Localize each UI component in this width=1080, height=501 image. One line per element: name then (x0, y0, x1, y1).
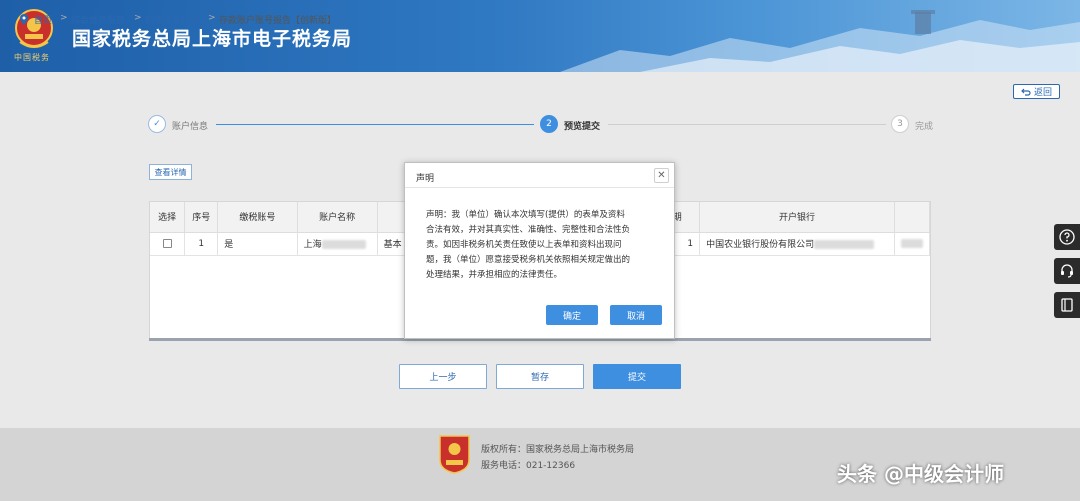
step-connector (216, 124, 534, 125)
redacted-text (814, 240, 875, 249)
step-3-number: 3 (897, 119, 903, 129)
book-icon-glyph (1061, 298, 1073, 312)
row-bank: 中国农业银行股份有限公司 (699, 232, 895, 256)
site-title: 国家税务总局上海市电子税务局 (72, 28, 353, 50)
row-checkbox-cell[interactable] (150, 232, 186, 256)
dialog-line: 合法有效，并对其真实性、准确性、完整性和合法性负 (426, 225, 631, 235)
declaration-dialog: 声明 ✕ 声明：我（单位）确认本次填写(提供）的表单及资料 合法有效，并对其真实… (404, 162, 675, 339)
prev-step-button[interactable]: 上一步 (399, 364, 487, 389)
mountain-banner (560, 10, 1080, 72)
footer-copyright: 版权所有：国家税务总局上海市税务局 (481, 445, 635, 455)
dialog-line: 处理结果，并承担相应的法律责任。 (426, 270, 563, 280)
row-seq: 1 (184, 232, 219, 256)
column-header: 缴税账号 (217, 202, 298, 233)
column-header: 开户银行 (699, 202, 895, 233)
headset-icon-glyph (1061, 264, 1073, 278)
view-details-button[interactable]: 查看详情 (149, 164, 192, 180)
breadcrumb-separator: > (60, 13, 68, 23)
emblem-caption: 中国税务 (14, 53, 50, 62)
column-header (894, 202, 930, 233)
row-bank-text: 中国农业银行股份有限公司 (706, 240, 815, 250)
footer-phone: 服务电话：021-12366 (481, 461, 576, 471)
step-1-label: 账户信息 (172, 122, 209, 132)
redacted-text (900, 238, 923, 248)
confirm-button[interactable]: 确定 (546, 305, 598, 325)
dialog-line: 声明：我（单位）确认本次填写(提供）的表单及资料 (426, 210, 625, 220)
watermark: 头条 @中级会计师 (837, 462, 1004, 486)
breadcrumb-item-system[interactable]: 制度信息报告 (145, 13, 199, 26)
dialog-line: 责。如因非税务机关责任致使以上表单和资料出现问 (426, 240, 622, 250)
row-tax-account: 是 (217, 232, 298, 256)
dialog-title: 声明 (416, 174, 435, 184)
column-header: 账户名称 (297, 202, 378, 233)
row-account-name-text: 上海 (303, 240, 322, 250)
breadcrumb-separator: > (208, 13, 216, 23)
column-header: 选择 (150, 202, 186, 233)
breadcrumb-separator: > (134, 13, 142, 23)
step-2-label: 预览提交 (564, 122, 601, 132)
return-arrow-icon (1021, 88, 1031, 96)
breadcrumb-home[interactable]: 首页 (34, 13, 52, 26)
row-checkbox[interactable] (162, 238, 172, 248)
back-button-label: 返回 (1033, 88, 1052, 98)
headset-icon[interactable] (1054, 258, 1080, 284)
step-1-number: ✓ (153, 119, 161, 129)
step-connector (608, 124, 886, 125)
help-icon[interactable] (1054, 224, 1080, 250)
footer-emblem-icon (439, 435, 470, 474)
site-header: 中国税务 国家税务总局上海市电子税务局 (0, 0, 1080, 72)
close-icon[interactable]: ✕ (654, 168, 669, 183)
breadcrumb (0, 72, 1080, 110)
step-3-label: 完成 (915, 122, 934, 132)
cancel-button[interactable]: 取消 (610, 305, 662, 325)
dialog-body: 声明：我（单位）确认本次填写(提供）的表单及资料 合法有效，并对其真实性、准确性… (426, 208, 659, 283)
submit-button[interactable]: 提交 (593, 364, 681, 389)
step-3-circle: 3 (891, 115, 909, 133)
location-pin-icon (20, 14, 28, 25)
help-icon-glyph (1059, 229, 1075, 245)
step-2-circle: 2 (540, 115, 558, 133)
column-header: 序号 (184, 202, 219, 233)
redacted-text (321, 240, 366, 249)
breadcrumb-item-current: 存款账户账号报告【创新版】 (219, 16, 337, 26)
step-1-check-icon: ✓ (148, 115, 166, 133)
row-account-name: 上海 (297, 232, 378, 256)
step-2-number: 2 (546, 119, 552, 129)
back-button[interactable]: 返回 (1013, 84, 1060, 99)
save-draft-button[interactable]: 暂存 (496, 364, 584, 389)
dialog-header: 声明 ✕ (405, 163, 674, 188)
breadcrumb-item-comprehensive[interactable]: 综合信息报告 (71, 13, 125, 26)
book-icon[interactable] (1054, 292, 1080, 318)
row-extra (894, 232, 930, 256)
dialog-line: 题，我（单位）愿意接受税务机关依照相关规定做出的 (426, 255, 631, 265)
